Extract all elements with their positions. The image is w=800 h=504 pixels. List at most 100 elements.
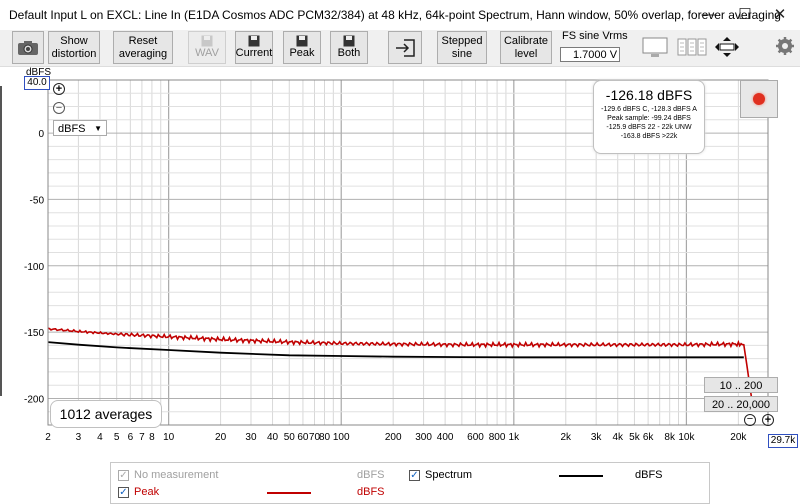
current-label: Current xyxy=(235,47,273,59)
x-zoom-in-icon[interactable]: + xyxy=(762,414,774,426)
readout-main: -126.18 dBFS xyxy=(605,87,693,103)
unit-dropdown-value: dBFS xyxy=(58,123,86,135)
y-tick-label: -100 xyxy=(24,262,44,273)
x-tick-label: 8 xyxy=(149,432,155,443)
peak-checkbox[interactable]: ✓ xyxy=(118,487,129,498)
zoom-in-icon[interactable]: + xyxy=(53,83,65,95)
title-bar: Default Input L on EXCL: Line In (E1DA C… xyxy=(0,0,800,30)
range-button-10-200[interactable]: 10 .. 200 xyxy=(704,377,778,393)
window-left-edge xyxy=(0,86,2,396)
readout-line1: -129.6 dBFS C, -128.3 dBFS A xyxy=(601,106,697,113)
x-tick-label: 20 xyxy=(215,432,227,443)
save-current-button[interactable]: Current xyxy=(235,31,273,64)
x-zoom-out-icon[interactable]: − xyxy=(744,414,756,426)
x-tick-label: 800 xyxy=(489,432,506,443)
x-tick-label: 10 xyxy=(163,432,175,443)
x-tick-label: 80 xyxy=(319,432,331,443)
x-tick-label: 600 xyxy=(467,432,484,443)
peak-label: Peak xyxy=(134,486,160,498)
x-tick-label: 6 xyxy=(128,432,134,443)
y-tick-label: -200 xyxy=(24,394,44,405)
y-tick-label: 0 xyxy=(38,129,44,140)
close-button[interactable]: ✕ xyxy=(765,4,795,26)
stepped-sine-button[interactable]: Stepped sine xyxy=(437,31,487,64)
floppy-icon xyxy=(296,35,308,47)
x-tick-label: 200 xyxy=(385,432,402,443)
floppy-icon xyxy=(248,35,260,47)
stepped-sine-line2: sine xyxy=(451,47,473,60)
readout-panel: -126.18 dBFS -129.6 dBFS C, -128.3 dBFS … xyxy=(593,80,705,154)
import-button[interactable] xyxy=(388,31,422,64)
x-tick-label: 40 xyxy=(267,432,279,443)
wav-label: WAV xyxy=(195,47,219,59)
x-tick-label: 8k xyxy=(664,432,676,443)
show-distortion-button[interactable]: Show distortion xyxy=(48,31,100,64)
x-tick-label: 4k xyxy=(612,432,624,443)
x-tick-label: 30 xyxy=(245,432,257,443)
floppy-icon xyxy=(201,35,213,47)
graph-layout-icon[interactable] xyxy=(677,36,707,58)
show-distortion-line1: Show xyxy=(60,34,88,47)
reset-averaging-line2: averaging xyxy=(118,47,168,60)
x-tick-label: 6k xyxy=(643,432,655,443)
camera-button[interactable] xyxy=(12,31,44,64)
save-peak-button[interactable]: Peak xyxy=(283,31,321,64)
x-tick-label: 1k xyxy=(509,432,521,443)
spectrum-swatch xyxy=(559,475,603,477)
zoom-out-icon[interactable]: − xyxy=(53,102,65,114)
readout-line3: -125.9 dBFS 22 - 22k UNW xyxy=(606,124,692,131)
chevron-down-icon: ▼ xyxy=(94,124,102,133)
x-tick-label: 2 xyxy=(45,432,51,443)
spectrum-unit: dBFS xyxy=(635,469,663,481)
toolbar: Show distortion Reset averaging WAV Curr… xyxy=(0,30,800,67)
fs-sine-input[interactable]: 1.7000 V xyxy=(560,47,620,62)
record-button[interactable] xyxy=(740,80,778,118)
x-tick-label: 60 xyxy=(297,432,309,443)
x-tick-label: 400 xyxy=(437,432,454,443)
both-label: Both xyxy=(337,47,361,59)
show-distortion-line2: distortion xyxy=(51,47,97,60)
save-both-button[interactable]: Both xyxy=(330,31,368,64)
x-tick-label: 300 xyxy=(415,432,432,443)
reset-averaging-button[interactable]: Reset averaging xyxy=(113,31,173,64)
x-tick-label: 5 xyxy=(114,432,120,443)
x-max-input[interactable]: 29.7k xyxy=(768,434,798,448)
maximize-button[interactable]: ☐ xyxy=(730,4,760,26)
import-icon xyxy=(396,38,415,57)
monitor-icon[interactable] xyxy=(640,34,672,60)
window-title: Default Input L on EXCL: Line In (E1DA C… xyxy=(9,8,781,22)
peak-unit: dBFS xyxy=(357,486,385,498)
stepped-sine-line1: Stepped xyxy=(441,34,483,47)
record-icon xyxy=(753,93,765,105)
no-measurement-checkbox[interactable]: ✓ xyxy=(118,470,129,481)
x-tick-label: 50 xyxy=(284,432,296,443)
readout-line4: -163.8 dBFS >22k xyxy=(620,133,678,140)
camera-icon xyxy=(18,40,38,55)
readout-line2: Peak sample: -99.24 dBFS xyxy=(607,115,691,122)
peak-label: Peak xyxy=(289,47,315,59)
x-tick-label: 3 xyxy=(76,432,82,443)
spectrum-plot[interactable]: 2 3 4 5 6 7 8 10 20 30 40 50 60 70 80 100 200 300 400 600 80… xyxy=(0,66,800,460)
calibrate-level-line1: Calibrate xyxy=(503,34,549,47)
no-measurement-unit: dBFS xyxy=(357,469,385,481)
fs-sine-label: FS sine Vrms xyxy=(562,30,628,42)
x-tick-label: 7 xyxy=(139,432,145,443)
range-button-20-20000[interactable]: 20 .. 20,000 xyxy=(704,396,778,412)
x-tick-label: 100 xyxy=(333,432,350,443)
spectrum-checkbox[interactable]: ✓ xyxy=(409,470,420,481)
calibrate-level-button[interactable]: Calibrate level xyxy=(500,31,552,64)
minimize-button[interactable]: — xyxy=(694,4,724,26)
reset-averaging-line1: Reset xyxy=(128,34,158,47)
spectrum-label: Spectrum xyxy=(425,469,473,481)
wav-button[interactable]: WAV xyxy=(188,31,226,64)
x-tick-label: 10k xyxy=(678,432,695,443)
x-tick-label: 5k xyxy=(629,432,641,443)
unit-dropdown[interactable]: dBFS ▼ xyxy=(53,120,107,136)
legend: ✓ No measurement dBFS ✓ Spectrum dBFS ✓ … xyxy=(110,462,710,504)
calibrate-level-line2: level xyxy=(514,47,538,60)
y-tick-label: -150 xyxy=(24,328,44,339)
gear-icon[interactable] xyxy=(775,36,795,56)
pan-arrows-icon[interactable] xyxy=(712,35,742,59)
y-tick-label: -50 xyxy=(30,195,45,206)
y-max-input[interactable]: 40.0 xyxy=(24,76,50,90)
